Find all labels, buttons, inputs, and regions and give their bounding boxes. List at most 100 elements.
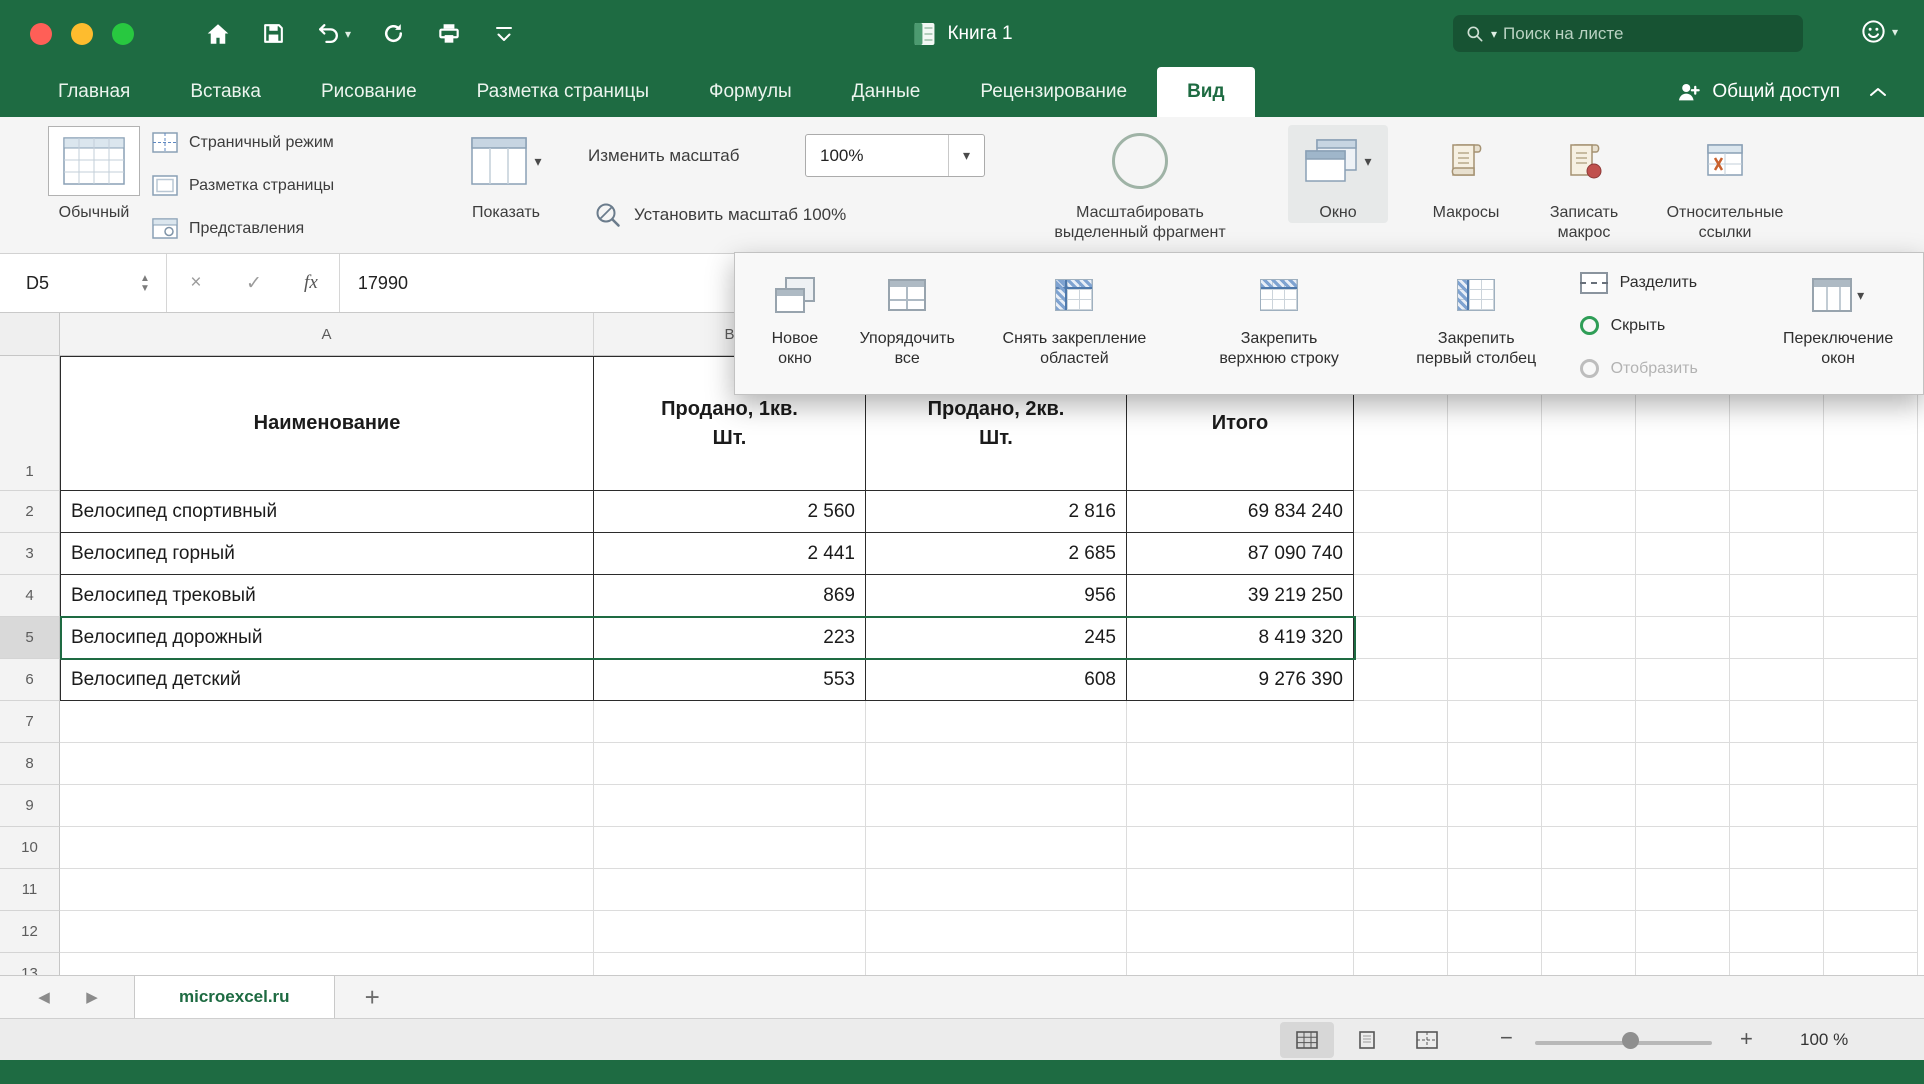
cell-I13[interactable] (1730, 953, 1824, 975)
cell-A8[interactable] (60, 743, 594, 785)
freeze-first-column-button[interactable]: Закрепитьпервый столбец (1379, 253, 1574, 394)
cell-D9[interactable] (1127, 785, 1354, 827)
cell-D2[interactable]: 69 834 240 (1127, 491, 1354, 533)
cell-F4[interactable] (1448, 575, 1542, 617)
cell-A2[interactable]: Велосипед спортивный (60, 491, 594, 533)
cell-G2[interactable] (1542, 491, 1636, 533)
customize-toolbar-button[interactable] (492, 22, 516, 46)
cell-B10[interactable] (594, 827, 866, 869)
cell-E4[interactable] (1354, 575, 1448, 617)
save-button[interactable] (261, 21, 286, 46)
home-button[interactable] (205, 21, 231, 47)
page-break-view-toggle[interactable] (1400, 1022, 1454, 1058)
cell-H4[interactable] (1636, 575, 1730, 617)
prev-sheet-button[interactable]: ◀ (20, 988, 68, 1006)
cell-B2[interactable]: 2 560 (594, 491, 866, 533)
cell-B3[interactable]: 2 441 (594, 533, 866, 575)
tab-home[interactable]: Главная (28, 67, 160, 117)
row-header-2[interactable]: 2 (0, 491, 60, 533)
cell-I5[interactable] (1730, 617, 1824, 659)
cell-C8[interactable] (866, 743, 1127, 785)
search-input[interactable] (1503, 24, 1791, 44)
zoom-dropdown[interactable]: 100% ▾ (805, 134, 985, 177)
cell-B9[interactable] (594, 785, 866, 827)
switch-windows-button[interactable]: ▾ Переключениеокон (1763, 253, 1913, 394)
cell-I2[interactable] (1730, 491, 1824, 533)
row-header-6[interactable]: 6 (0, 659, 60, 701)
cell-A5[interactable]: Велосипед дорожный (60, 617, 594, 659)
cell-H6[interactable] (1636, 659, 1730, 701)
row-header-4[interactable]: 4 (0, 575, 60, 617)
tab-formulas[interactable]: Формулы (679, 67, 822, 117)
minimize-window-button[interactable] (71, 23, 93, 45)
cell-A11[interactable] (60, 869, 594, 911)
cell-F2[interactable] (1448, 491, 1542, 533)
cell-A12[interactable] (60, 911, 594, 953)
cell-E13[interactable] (1354, 953, 1448, 975)
zoom-in-button[interactable]: + (1740, 1026, 1753, 1052)
cell-G8[interactable] (1542, 743, 1636, 785)
cell-G9[interactable] (1542, 785, 1636, 827)
cell-D10[interactable] (1127, 827, 1354, 869)
insert-function-button[interactable]: fx (283, 272, 339, 294)
cell-J12[interactable] (1824, 911, 1918, 953)
macros-button[interactable]: Макросы (1412, 125, 1520, 223)
cell-E6[interactable] (1354, 659, 1448, 701)
hide-button[interactable]: Скрыть (1574, 304, 1764, 347)
cell-C11[interactable] (866, 869, 1127, 911)
cell-G11[interactable] (1542, 869, 1636, 911)
search-scope-dropdown-arrow[interactable]: ▾ (1491, 27, 1497, 41)
close-window-button[interactable] (30, 23, 52, 45)
cell-A13[interactable] (60, 953, 594, 975)
cell-I4[interactable] (1730, 575, 1824, 617)
cell-J3[interactable] (1824, 533, 1918, 575)
undo-button[interactable]: ▾ (316, 21, 351, 46)
cell-J6[interactable] (1824, 659, 1918, 701)
cell-J11[interactable] (1824, 869, 1918, 911)
cell-G3[interactable] (1542, 533, 1636, 575)
zoom-100-button[interactable]: Установить масштаб 100% (594, 201, 846, 229)
cell-C13[interactable] (866, 953, 1127, 975)
custom-views-button[interactable]: Представления (152, 207, 334, 250)
cell-E3[interactable] (1354, 533, 1448, 575)
new-window-button[interactable]: Новоеокно (745, 253, 845, 394)
stepper-up-icon[interactable]: ▲ (140, 274, 150, 283)
tab-draw[interactable]: Рисование (291, 67, 447, 117)
zoom-dropdown-arrow[interactable]: ▾ (948, 135, 984, 176)
column-header-A[interactable]: A (60, 313, 594, 356)
cell-H5[interactable] (1636, 617, 1730, 659)
cell-C6[interactable]: 608 (866, 659, 1127, 701)
cell-I12[interactable] (1730, 911, 1824, 953)
tab-insert[interactable]: Вставка (160, 67, 291, 117)
feedback-dropdown-arrow[interactable]: ▾ (1892, 25, 1898, 39)
add-sheet-button[interactable]: + (365, 982, 380, 1013)
cell-D3[interactable]: 87 090 740 (1127, 533, 1354, 575)
cell-J2[interactable] (1824, 491, 1918, 533)
record-macro-button[interactable]: Записать макрос (1528, 125, 1640, 242)
cell-G7[interactable] (1542, 701, 1636, 743)
select-all-corner[interactable] (0, 313, 60, 356)
normal-view-toggle[interactable] (1280, 1022, 1334, 1058)
arrange-all-button[interactable]: Упорядочитьвсе (845, 253, 970, 394)
cell-H3[interactable] (1636, 533, 1730, 575)
cell-C2[interactable]: 2 816 (866, 491, 1127, 533)
cell-I8[interactable] (1730, 743, 1824, 785)
cell-D12[interactable] (1127, 911, 1354, 953)
cell-F9[interactable] (1448, 785, 1542, 827)
cell-C3[interactable]: 2 685 (866, 533, 1127, 575)
feedback-button[interactable]: ▾ (1860, 18, 1898, 45)
cell-F10[interactable] (1448, 827, 1542, 869)
cell-B4[interactable]: 869 (594, 575, 866, 617)
cell-H9[interactable] (1636, 785, 1730, 827)
row-header-12[interactable]: 12 (0, 911, 60, 953)
row-header-11[interactable]: 11 (0, 869, 60, 911)
cell-B12[interactable] (594, 911, 866, 953)
share-button[interactable]: Общий доступ (1675, 67, 1840, 117)
cell-E10[interactable] (1354, 827, 1448, 869)
cell-F13[interactable] (1448, 953, 1542, 975)
cell-B8[interactable] (594, 743, 866, 785)
cell-I7[interactable] (1730, 701, 1824, 743)
cell-C9[interactable] (866, 785, 1127, 827)
cell-G5[interactable] (1542, 617, 1636, 659)
cell-A6[interactable]: Велосипед детский (60, 659, 594, 701)
